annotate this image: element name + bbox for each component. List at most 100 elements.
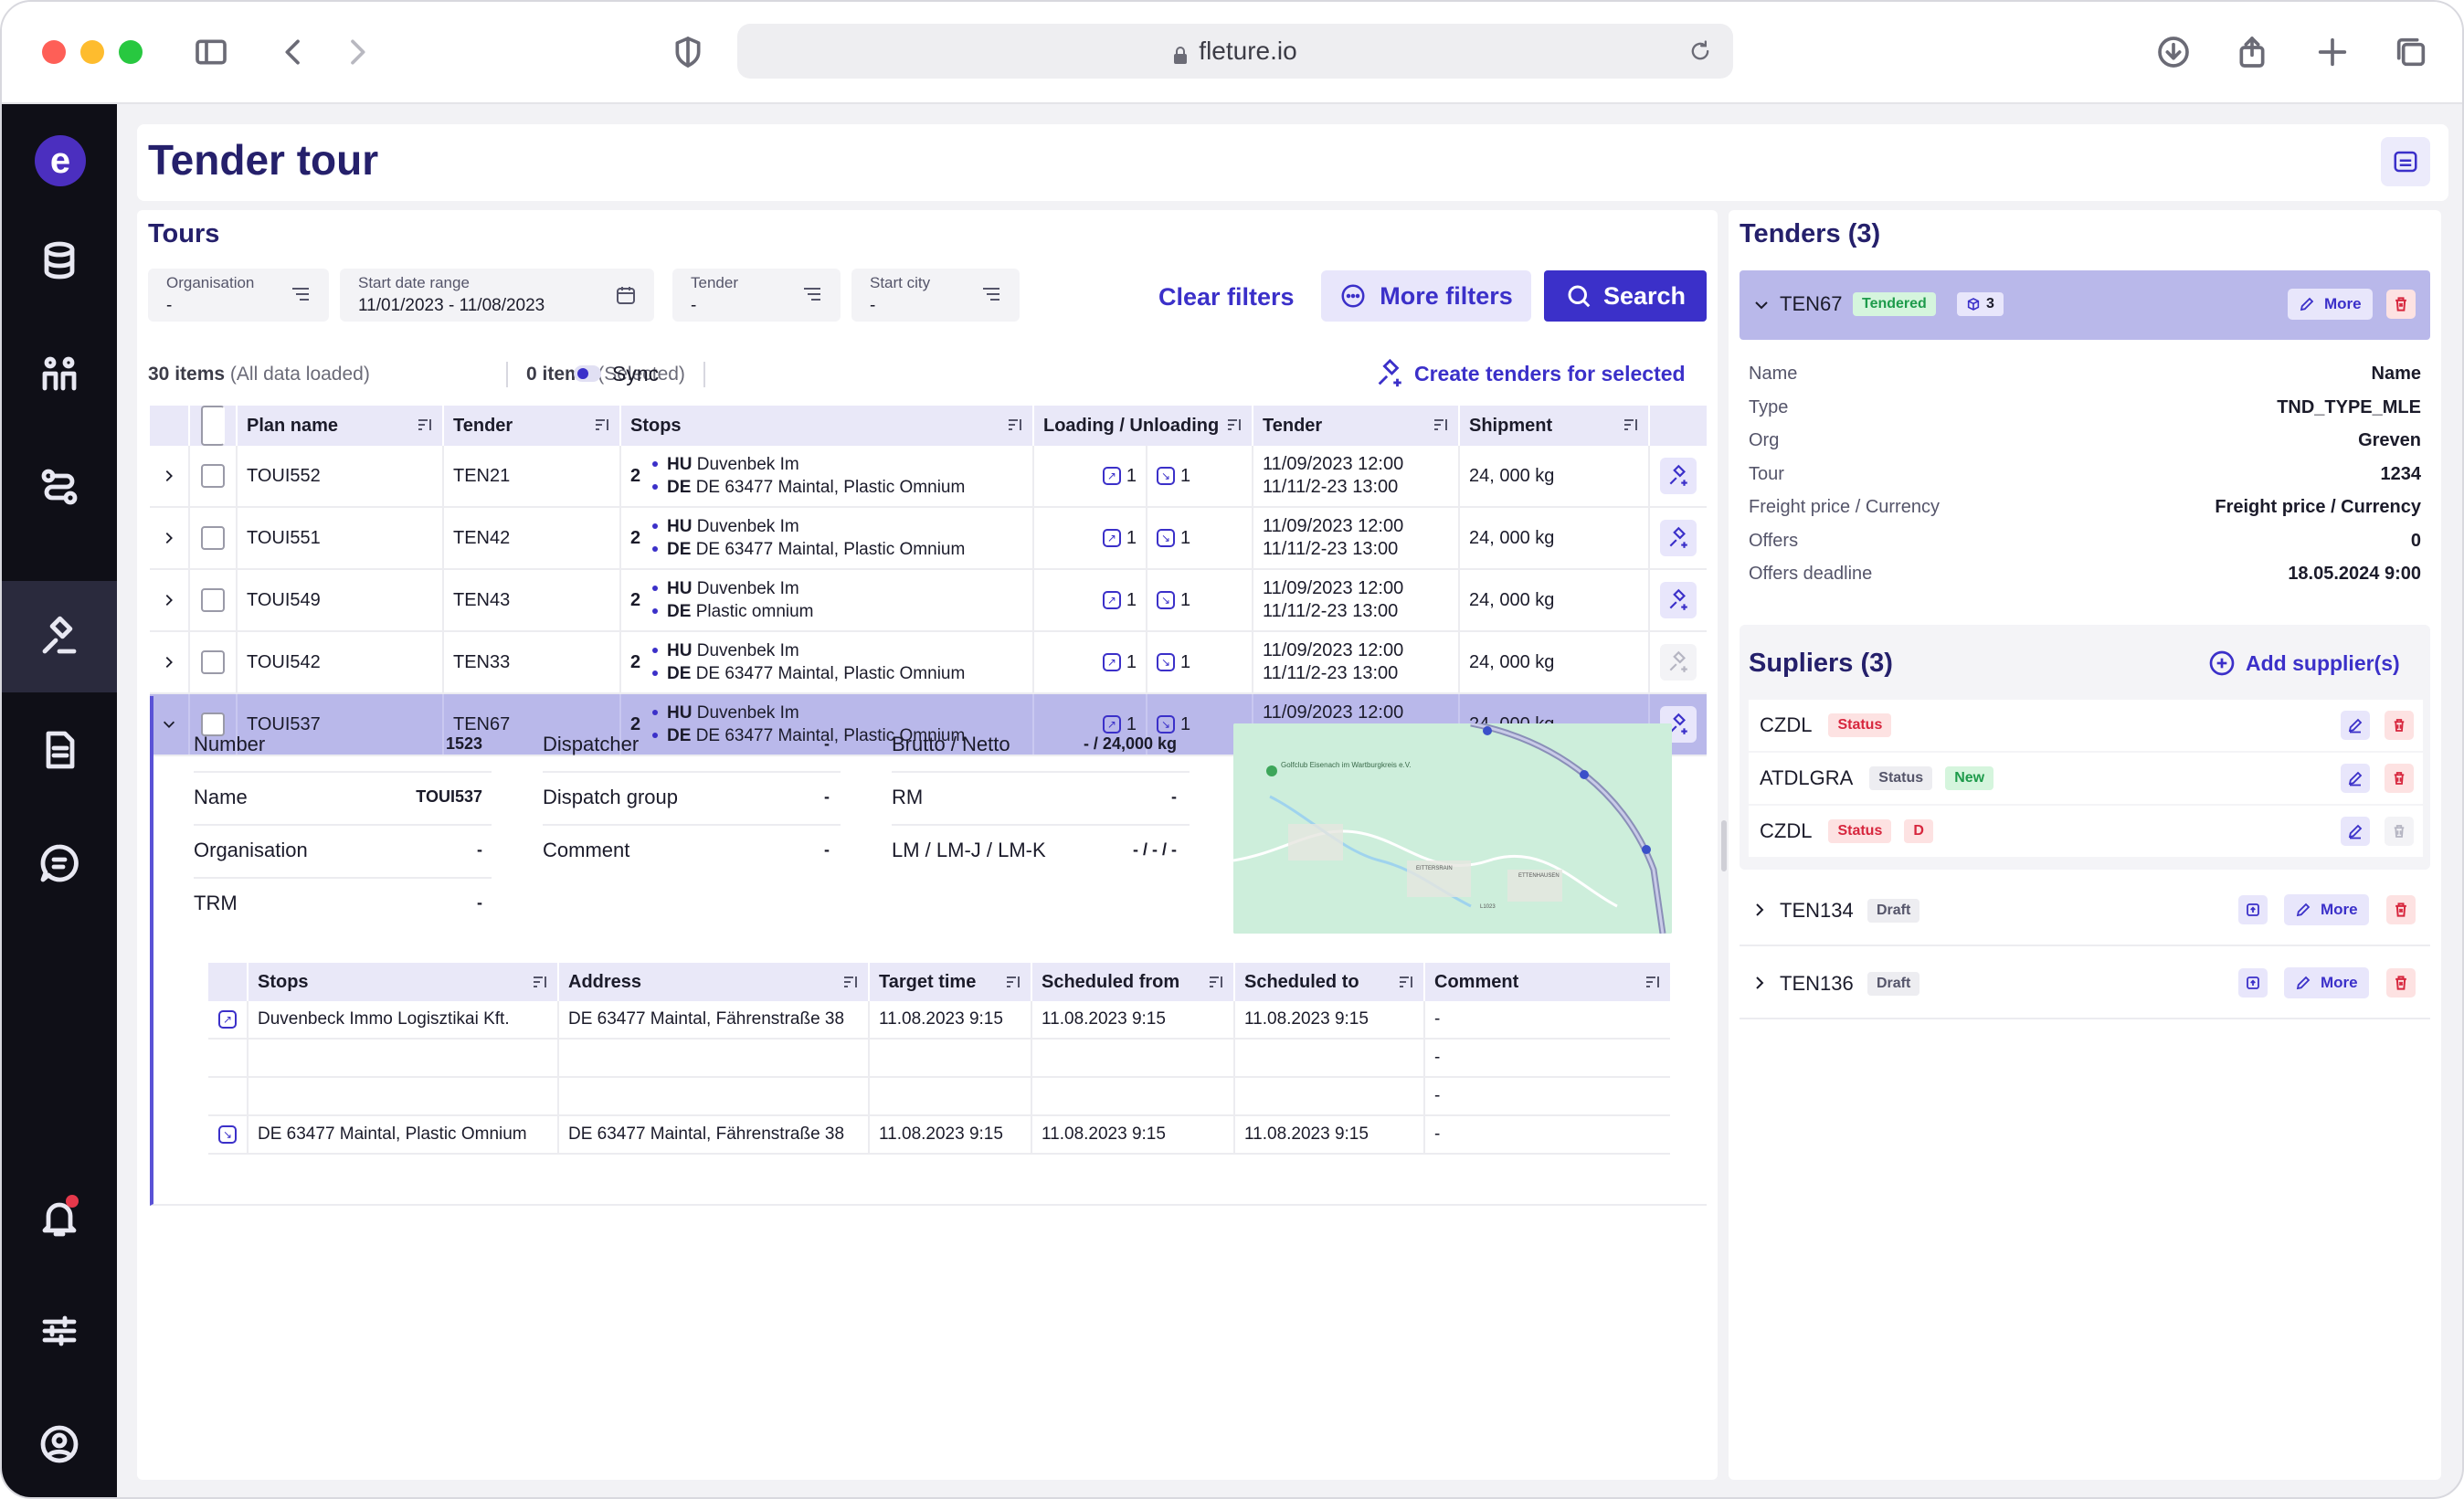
create-tender-gavel-icon[interactable] [1660,582,1697,618]
edit-supplier-button[interactable] [2341,711,2370,740]
database-icon[interactable] [2,205,117,316]
row-checkbox[interactable] [201,526,225,550]
panel-resize-handle[interactable] [1721,820,1727,871]
tender-nav-icon[interactable] [2,581,117,692]
chat-icon[interactable] [2,808,117,919]
export-tender-button[interactable] [2238,968,2268,998]
column-loading-unloading[interactable]: Loading / Unloading [1034,406,1253,446]
reload-icon[interactable] [1687,38,1713,70]
chevron-right-icon[interactable] [150,632,190,692]
route-icon[interactable] [2,431,117,543]
create-tenders-button[interactable]: Create tenders for selected [1374,358,1686,389]
sort-icon[interactable] [1623,417,1639,438]
add-supplier-button[interactable]: Add supplier(s) [2207,649,2400,678]
close-window-button[interactable] [42,40,66,64]
sort-icon[interactable] [1007,417,1023,438]
supplier-row[interactable]: CZDL Status [1749,700,2423,751]
delete-tender-button[interactable] [2386,895,2416,924]
share-icon[interactable] [2229,29,2275,75]
delete-tender-button[interactable] [2386,290,2416,319]
column-stops[interactable]: Stops [249,963,559,1001]
tender-row[interactable]: TEN136 Draft More [1740,948,2430,1019]
route-map[interactable]: Golfclub Eisenach im Wartburgkreis e.V. … [1233,723,1672,934]
stop-row[interactable]: - [208,1078,1670,1116]
delete-tender-button[interactable] [2386,968,2416,998]
create-tender-gavel-icon[interactable] [1660,520,1697,556]
create-tender-gavel-icon[interactable] [1660,458,1697,494]
tour-row[interactable]: TOUI549 TEN43 2 HU Duvenbek Im DE Plastic om… [150,570,1707,632]
address-bar[interactable]: fleture.io [737,24,1733,79]
filter-start-date-range[interactable]: Start date range 11/01/2023 - 11/08/2023 [340,269,654,322]
column-stops[interactable]: Stops [621,406,1034,446]
download-icon[interactable] [2151,29,2196,75]
filter-tender[interactable]: Tender - [672,269,841,322]
tender-more-button[interactable]: More [2284,967,2369,998]
column-shipment[interactable]: Shipment [1460,406,1650,446]
sort-icon[interactable] [1644,974,1661,996]
settings-sliders-icon[interactable] [2,1275,117,1387]
document-icon[interactable] [2,694,117,806]
sort-icon[interactable] [1208,974,1224,996]
chevron-right-icon[interactable] [1750,974,1769,997]
tour-row[interactable]: TOUI542 TEN33 2 HU Duvenbek Im DE DE 63477 M… [150,632,1707,694]
stop-row[interactable]: ↘ DE 63477 Maintal, Plastic Omnium DE 6347… [208,1116,1670,1155]
sort-icon[interactable] [1398,974,1414,996]
column-target-time[interactable]: Target time [870,963,1032,1001]
create-tender-gavel-icon[interactable] [1660,644,1697,681]
column-scheduled-from[interactable]: Scheduled from [1032,963,1235,1001]
column-scheduled-to[interactable]: Scheduled to [1235,963,1425,1001]
new-tab-icon[interactable] [2310,29,2355,75]
column-address[interactable]: Address [559,963,870,1001]
sort-icon[interactable] [594,417,610,438]
delete-supplier-button[interactable] [2385,764,2414,793]
sort-icon[interactable] [1226,417,1243,438]
supplier-row[interactable]: CZDL Status D [1749,806,2423,857]
shield-icon[interactable] [665,29,711,75]
layout-toggle-button[interactable] [2381,137,2430,186]
tender-row[interactable]: TEN134 Draft More [1740,875,2430,946]
tender-row-active[interactable]: TEN67 Tendered 3 More [1740,270,2430,340]
supplier-row[interactable]: ATDLGRA Status New [1749,753,2423,804]
filter-organisation[interactable]: Organisation - [148,269,329,322]
delete-supplier-button[interactable] [2385,817,2414,846]
people-icon[interactable] [2,318,117,429]
edit-supplier-button[interactable] [2341,817,2370,846]
filter-start-city[interactable]: Start city - [851,269,1020,322]
tender-more-button[interactable]: More [2288,289,2373,320]
column-comment[interactable]: Comment [1425,963,1670,1001]
export-tender-button[interactable] [2238,895,2268,924]
tour-row[interactable]: TOUI551 TEN42 2 HU Duvenbek Im DE DE 63477 M… [150,508,1707,570]
row-checkbox[interactable] [201,464,225,488]
search-button[interactable]: Search [1544,270,1707,322]
delete-supplier-button[interactable] [2385,711,2414,740]
select-all-checkbox[interactable] [201,406,225,446]
chevron-right-icon[interactable] [150,446,190,506]
sort-icon[interactable] [417,417,433,438]
edit-supplier-button[interactable] [2341,764,2370,793]
back-icon[interactable] [270,29,316,75]
clear-filters-button[interactable]: Clear filters [1158,283,1295,311]
user-profile-icon[interactable] [2,1388,117,1497]
tender-more-button[interactable]: More [2284,894,2369,925]
forward-icon[interactable] [334,29,380,75]
more-filters-button[interactable]: More filters [1321,270,1531,322]
chevron-right-icon[interactable] [150,570,190,630]
sort-icon[interactable] [532,974,548,996]
sort-icon[interactable] [1433,417,1449,438]
chevron-down-icon[interactable] [1752,296,1771,319]
notification-bell-icon[interactable] [2,1162,117,1273]
tour-row[interactable]: TOUI552 TEN21 2 HU Duvenbek Im DE DE 63477 M… [150,446,1707,508]
tabs-overview-icon[interactable] [2388,29,2434,75]
maximize-window-button[interactable] [119,40,143,64]
minimize-window-button[interactable] [80,40,104,64]
row-checkbox[interactable] [201,650,225,674]
column-tender[interactable]: Tender [444,406,621,446]
sort-icon[interactable] [842,974,859,996]
chevron-right-icon[interactable] [150,508,190,568]
app-logo[interactable]: e [35,135,86,186]
stop-row[interactable]: ↗ Duvenbeck Immo Logisztikai Kft. DE 63477… [208,1001,1670,1040]
column-tender-time[interactable]: Tender [1253,406,1460,446]
row-checkbox[interactable] [201,588,225,612]
chevron-right-icon[interactable] [1750,901,1769,924]
sidebar-toggle-icon[interactable] [188,29,234,75]
